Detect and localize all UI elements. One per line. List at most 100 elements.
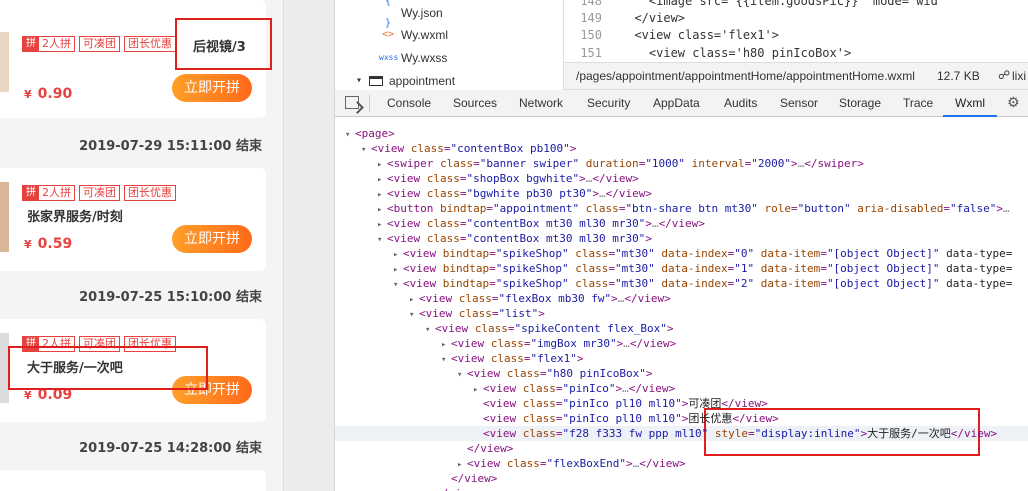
wxml-node-text: <view class="flexBox mb30 fw">…</view> — [419, 292, 671, 305]
wxml-node[interactable]: ▸ <view class="shopBox bgwhite">…</view> — [377, 171, 639, 186]
wxml-node[interactable]: ▾ <page> — [345, 126, 395, 141]
wxml-node[interactable]: ▾ <view class="contentBox mt30 ml30 mr30"… — [377, 231, 652, 246]
wxml-node-text: </view> — [467, 442, 514, 455]
wxml-node[interactable]: <view class="pinIco pl10 ml10">团长优惠</vie… — [473, 411, 779, 426]
tab-storage[interactable]: Storage — [839, 90, 881, 117]
wxml-node[interactable]: </view> — [425, 486, 481, 491]
panel-separator — [283, 0, 335, 491]
wxml-node[interactable]: ▸ <swiper class="banner swiper" duration=… — [377, 156, 864, 171]
product-thumbnail[interactable] — [0, 182, 9, 252]
tab-security[interactable]: Security — [587, 90, 630, 117]
line-number: 148 — [580, 0, 602, 8]
wxml-node-text: <page> — [355, 127, 395, 140]
wxml-node-text: <button bindtap="appointment" class="btn… — [387, 202, 1010, 215]
join-button[interactable]: 立即开拼 — [172, 225, 252, 253]
code-editor[interactable]: 148 <image src="{{item.goodsPic}}" mode=… — [564, 0, 1028, 62]
wxml-node-text: <view bindtap="spikeShop" class="mt30" d… — [403, 277, 1013, 290]
wxml-node[interactable]: </view> — [441, 471, 497, 486]
wxml-node[interactable]: ▸ <button bindtap="appointment" class="bt… — [377, 201, 1010, 216]
wxml-node-text: <view class="pinIco pl10 ml10">团长优惠</vie… — [483, 412, 779, 425]
inspect-element-icon[interactable] — [345, 96, 359, 109]
wxss-file-icon: wxss — [379, 53, 399, 62]
people-icon: 拼 — [23, 37, 39, 51]
tab-appdata[interactable]: AppData — [653, 90, 700, 117]
join-button[interactable]: 立即开拼 — [172, 74, 252, 102]
wxml-node[interactable]: </view> — [457, 441, 513, 456]
wxml-node-text: <view bindtap="spikeShop" class="mt30" d… — [403, 262, 1013, 275]
wxml-node[interactable]: ▸ <view bindtap="spikeShop" class="mt30" … — [393, 261, 1012, 276]
code-line[interactable]: <view class='h80 pinIcoBox'> — [620, 46, 851, 60]
wxml-node[interactable]: ▸ <view bindtap="spikeShop" class="mt30" … — [393, 246, 1012, 261]
chevron-down-icon[interactable]: ▾ — [345, 128, 355, 143]
wxml-node-text: </view> — [451, 472, 498, 485]
wxml-node[interactable]: ▾ <view bindtap="spikeShop" class="mt30" … — [393, 276, 1012, 291]
line-number: 150 — [580, 28, 602, 42]
chevron-down-icon[interactable]: ▾ — [393, 278, 403, 293]
file-size: 12.7 KB — [937, 69, 980, 83]
annotation-box — [8, 346, 208, 390]
end-time: 2019-07-25 14:28:00 结束 — [79, 441, 262, 456]
wxml-node[interactable]: ▾ <view class="list"> — [409, 306, 545, 321]
wxml-node[interactable]: ▾ <view class="contentBox pb100"> — [361, 141, 576, 156]
file-item[interactable]: { } Wy.json — [379, 0, 443, 29]
wxml-node-text: <view class="contentBox mt30 ml30 mr30"> — [387, 232, 652, 245]
chevron-down-icon[interactable]: ▾ — [377, 233, 387, 248]
wxml-node-text: </view> — [435, 487, 481, 491]
chevron-down-icon: ▾ — [355, 75, 363, 86]
product-price: ¥0.90 — [24, 86, 73, 102]
wxml-node[interactable]: ▾ <view class="spikeContent flex_Box"> — [425, 321, 673, 336]
chevron-down-icon[interactable]: ▾ — [409, 308, 419, 323]
annotation-box — [175, 18, 272, 70]
wxml-node[interactable]: ▸ <view class="bgwhite pb30 pt30">…</view… — [377, 186, 652, 201]
tab-trace[interactable]: Trace — [903, 90, 933, 117]
chevron-down-icon[interactable]: ▾ — [425, 323, 435, 338]
tag-leader: 团长优惠 — [124, 36, 176, 52]
code-line[interactable]: </view> — [620, 11, 685, 25]
wxml-file-icon: <> — [381, 29, 395, 40]
folder-item[interactable]: ▾ appointment — [353, 70, 455, 92]
wxml-node[interactable]: <view class="pinIco pl10 ml10">可凑团</view… — [473, 396, 768, 411]
wxml-node[interactable]: ▸ <view class="contentBox mt30 ml30 mr30"… — [377, 216, 705, 231]
wxml-node[interactable]: ▸ <view class="flexBox mb30 fw">…</view> — [409, 291, 671, 306]
tag-people: 拼 2人拼 — [22, 185, 75, 201]
wxml-node[interactable]: ▸ <view class="flexBoxEnd">…</view> — [457, 456, 686, 471]
tab-sources[interactable]: Sources — [453, 90, 497, 117]
wxml-node-text: <view class="contentBox mt30 ml30 mr30">… — [387, 217, 705, 230]
wxml-node-text: <view class="flexBoxEnd">…</view> — [467, 457, 686, 470]
file-name: Wy.json — [401, 6, 443, 20]
tab-wxml[interactable]: Wxml — [943, 90, 997, 117]
tab-audits[interactable]: Audits — [724, 90, 757, 117]
chevron-down-icon[interactable]: ▾ — [361, 143, 371, 158]
branch-name: lixi — [1012, 69, 1026, 83]
code-line[interactable]: <view class='flex1'> — [620, 28, 779, 42]
end-time: 2019-07-29 15:11:00 结束 — [79, 139, 262, 154]
divider — [369, 95, 370, 112]
tab-sensor[interactable]: Sensor — [780, 90, 818, 117]
tag-leader: 团长优惠 — [124, 185, 176, 201]
people-icon: 拼 — [23, 186, 39, 200]
settings-gear-icon[interactable]: ⚙ — [1007, 95, 1020, 111]
product-card[interactable]: 拼 2人拼 可凑团 团长优惠 张家界服务/时刻 ¥0.59 立即开拼 — [0, 168, 266, 271]
wxml-node-text: <view class="pinIco">…</view> — [483, 382, 676, 395]
tag-group: 可凑团 — [79, 36, 120, 52]
chevron-down-icon[interactable]: ▾ — [457, 368, 467, 383]
product-card[interactable] — [0, 470, 266, 491]
code-line[interactable]: <image src="{{item.goodsPic}}" mode="wid — [620, 0, 938, 8]
tab-network[interactable]: Network — [519, 90, 563, 117]
wxml-node[interactable]: ▸ <view class="pinIco">…</view> — [473, 381, 675, 396]
wxml-node-text: <view class="spikeContent flex_Box"> — [435, 322, 674, 335]
wxml-node-text: <view class="list"> — [419, 307, 545, 320]
tab-console[interactable]: Console — [387, 90, 431, 117]
wxml-node[interactable]: ▾ <view class="flex1"> — [441, 351, 583, 366]
chevron-down-icon[interactable]: ▾ — [441, 353, 451, 368]
wxml-node[interactable]: <view class="f28 f333 fw ppp ml10" style… — [473, 426, 997, 441]
wxml-node[interactable]: ▾ <view class="h80 pinIcoBox"> — [457, 366, 652, 381]
wxml-node-text: <view class="f28 f333 fw ppp ml10" style… — [483, 427, 998, 440]
file-item[interactable]: wxss Wy.wxss — [379, 47, 447, 69]
product-title: 张家界服务/时刻 — [27, 210, 123, 225]
end-time: 2019-07-25 15:10:00 结束 — [79, 290, 262, 305]
product-thumbnail[interactable] — [0, 32, 9, 92]
file-item[interactable]: <> Wy.wxml — [379, 24, 448, 46]
wxml-node[interactable]: ▸ <view class="imgBox mr30">…</view> — [441, 336, 676, 351]
folder-name: appointment — [389, 74, 456, 88]
